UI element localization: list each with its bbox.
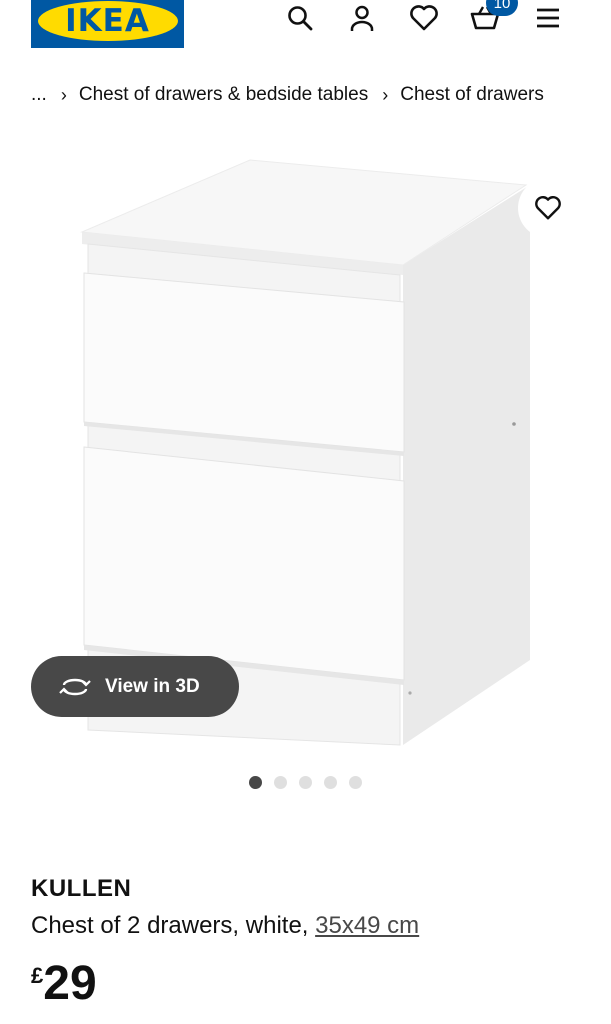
product-price: £ 29 [31,955,97,1013]
chevron-right-icon: › [60,84,67,105]
price-amount: 29 [43,957,97,1010]
product-description-text: Chest of 2 drawers, white, [31,912,309,939]
product-name: KULLEN [31,875,132,902]
add-to-favourites-button[interactable] [518,178,578,238]
basket-count: 10 [493,0,511,12]
product-description: Chest of 2 drawers, white, 35x49 cm [31,912,419,940]
heart-icon[interactable] [408,2,440,34]
carousel-dot[interactable] [249,776,262,789]
view-in-3d-button[interactable]: View in 3D [31,656,239,717]
header: IKEA 10 [0,0,611,60]
logo-text: IKEA [65,3,150,39]
carousel-dot[interactable] [324,776,337,789]
carousel-dot[interactable] [299,776,312,789]
user-icon[interactable] [346,2,378,34]
breadcrumb-item-chest-of-drawers[interactable]: Chest of drawers [400,84,544,106]
rotate-3d-icon [59,676,91,698]
search-icon[interactable] [284,2,316,34]
ikea-logo[interactable]: IKEA [31,0,184,48]
view-in-3d-label: View in 3D [105,675,200,697]
image-carousel-dots [249,776,362,789]
chevron-right-icon: › [382,84,389,105]
basket-count-badge: 10 [486,0,518,16]
logo-oval: IKEA [37,1,178,41]
price-currency: £ [31,963,44,988]
carousel-dot[interactable] [274,776,287,789]
heart-icon [535,196,561,220]
breadcrumb: ... › Chest of drawers & bedside tables … [31,83,544,107]
breadcrumb-ellipsis[interactable]: ... [31,84,47,106]
menu-icon[interactable] [532,2,564,34]
product-size-link[interactable]: 35x49 cm [315,912,419,939]
breadcrumb-item-chests-bedside[interactable]: Chest of drawers & bedside tables [79,84,368,106]
carousel-dot[interactable] [349,776,362,789]
